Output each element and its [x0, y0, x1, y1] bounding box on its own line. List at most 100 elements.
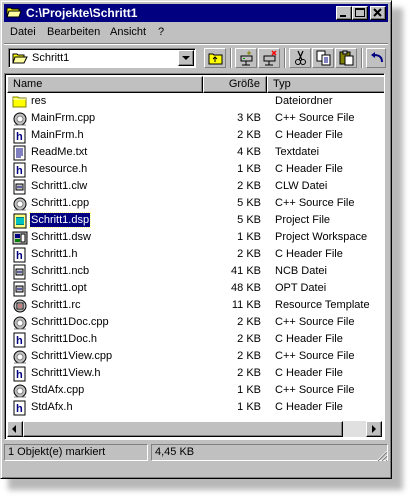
- close-button[interactable]: [370, 6, 386, 20]
- file-name: Schritt1View.h: [31, 367, 101, 379]
- file-row[interactable]: Schritt1.ncb 41 KB NCB Datei: [7, 263, 384, 280]
- file-type: NCB Datei: [275, 265, 327, 277]
- file-row[interactable]: Schritt1Doc.cpp 2 KB C++ Source File: [7, 314, 384, 331]
- file-name: Schritt1View.cpp: [31, 350, 113, 362]
- workspace-file-icon: [12, 231, 28, 245]
- open-folder-icon: [6, 7, 22, 18]
- address-combo[interactable]: Schritt1: [8, 48, 196, 68]
- header-file-icon: h: [13, 247, 26, 263]
- file-row[interactable]: h Schritt1.h 2 KB C Header File: [7, 246, 384, 263]
- disconnect-drive-icon: [263, 50, 277, 66]
- file-row[interactable]: h Schritt1View.h 2 KB C Header File: [7, 365, 384, 382]
- cpp-file-icon: [13, 384, 27, 398]
- column-size[interactable]: Größe: [203, 76, 267, 93]
- file-row[interactable]: h Resource.h 1 KB C Header File: [7, 161, 384, 178]
- up-one-level-button[interactable]: [204, 48, 226, 68]
- column-name[interactable]: Name: [7, 76, 203, 93]
- file-size: 1 KB: [237, 163, 261, 175]
- file-size: 48 KB: [231, 282, 261, 294]
- address-value: Schritt1: [32, 52, 70, 64]
- svg-text:h: h: [16, 131, 23, 143]
- file-list-view[interactable]: Name Größe Typ res Dateiordner MainFrm.cpp…: [4, 73, 385, 440]
- file-size: 4 KB: [237, 146, 261, 158]
- combo-dropdown-button[interactable]: [178, 50, 194, 66]
- scroll-right-button[interactable]: [366, 421, 382, 437]
- menu-help[interactable]: ?: [158, 26, 164, 38]
- explorer-window: C:\Projekte\Schritt1 Datei Bearbeiten An…: [0, 0, 392, 479]
- cut-button[interactable]: [289, 48, 311, 68]
- status-selection: 1 Objekt(e) markiert: [4, 444, 148, 461]
- title-bar[interactable]: C:\Projekte\Schritt1: [4, 4, 388, 22]
- resource-file-icon: [13, 299, 27, 313]
- file-row[interactable]: Schritt1.dsw 1 KB Project Workspace: [7, 229, 384, 246]
- menu-datei[interactable]: Datei: [10, 26, 36, 38]
- file-row[interactable]: h StdAfx.h 1 KB C Header File: [7, 399, 384, 416]
- file-name: StdAfx.cpp: [31, 384, 85, 396]
- file-type: C Header File: [275, 333, 343, 345]
- file-type: C++ Source File: [275, 384, 355, 396]
- file-size: 1 KB: [237, 401, 261, 413]
- file-type: Textdatei: [275, 146, 320, 158]
- header-file-icon: h: [13, 366, 26, 382]
- scroll-thumb[interactable]: [23, 421, 343, 437]
- generic-file-icon: [13, 264, 26, 280]
- file-name: Schritt1.dsp: [28, 212, 92, 228]
- minimize-button[interactable]: [336, 6, 352, 20]
- file-row[interactable]: Schritt1View.cpp 2 KB C++ Source File: [7, 348, 384, 365]
- menu-ansicht[interactable]: Ansicht: [110, 26, 146, 38]
- toolbar-separator: [284, 48, 286, 68]
- network-drive-icon: [240, 51, 253, 66]
- status-bar: 1 Objekt(e) markiert 4,45 KB: [4, 443, 388, 462]
- file-type: C++ Source File: [275, 197, 355, 209]
- menu-bar: Datei Bearbeiten Ansicht ?: [4, 24, 388, 42]
- file-size: 2 KB: [237, 248, 261, 260]
- file-row[interactable]: Schritt1.rc 11 KB Resource Template: [7, 297, 384, 314]
- file-row[interactable]: Schritt1.dsp 5 KB Project File: [7, 212, 384, 229]
- header-file-icon: h: [13, 162, 26, 178]
- file-name: Schritt1.dsw: [31, 231, 91, 243]
- paste-icon: [339, 50, 354, 66]
- resize-grip-icon[interactable]: [375, 449, 388, 462]
- svg-text:h: h: [16, 335, 23, 347]
- map-network-drive-button[interactable]: [235, 48, 257, 68]
- file-row[interactable]: ReadMe.txt 4 KB Textdatei: [7, 144, 384, 161]
- file-row[interactable]: StdAfx.cpp 1 KB C++ Source File: [7, 382, 384, 399]
- file-name: Schritt1.cpp: [31, 197, 90, 209]
- cpp-file-icon: [13, 316, 27, 330]
- maximize-button[interactable]: [352, 6, 368, 20]
- file-size: 5 KB: [237, 197, 261, 209]
- horizontal-scrollbar[interactable]: [7, 421, 382, 437]
- file-name: ReadMe.txt: [31, 146, 88, 158]
- file-type: C Header File: [275, 129, 343, 141]
- toolbar: Schritt1: [4, 45, 388, 71]
- copy-button[interactable]: [312, 48, 334, 68]
- scroll-left-button[interactable]: [7, 421, 23, 437]
- file-row[interactable]: Schritt1.opt 48 KB OPT Datei: [7, 280, 384, 297]
- cpp-file-icon: [13, 350, 27, 364]
- file-row[interactable]: h MainFrm.h 2 KB C Header File: [7, 127, 384, 144]
- file-row[interactable]: Schritt1.cpp 5 KB C++ Source File: [7, 195, 384, 212]
- text-file-icon: [13, 145, 26, 161]
- file-name: Schritt1.opt: [31, 282, 87, 294]
- file-row[interactable]: Schritt1.clw 2 KB CLW Datei: [7, 178, 384, 195]
- undo-button[interactable]: [366, 48, 386, 68]
- file-row[interactable]: MainFrm.cpp 3 KB C++ Source File: [7, 110, 384, 127]
- disconnect-drive-button[interactable]: [258, 48, 280, 68]
- file-name: MainFrm.h: [31, 129, 84, 141]
- file-type: C++ Source File: [275, 350, 355, 362]
- file-row[interactable]: h Schritt1Doc.h 2 KB C Header File: [7, 331, 384, 348]
- paste-button[interactable]: [335, 48, 357, 68]
- folder-icon: [12, 96, 27, 108]
- file-size: 2 KB: [237, 350, 261, 362]
- menu-bearbeiten[interactable]: Bearbeiten: [47, 26, 100, 38]
- file-type: OPT Datei: [275, 282, 327, 294]
- file-name: MainFrm.cpp: [31, 112, 96, 124]
- column-type[interactable]: Typ: [267, 76, 384, 93]
- file-name: Schritt1.clw: [31, 180, 88, 192]
- close-icon: [373, 8, 382, 17]
- file-row[interactable]: res Dateiordner: [7, 93, 384, 110]
- file-size: 2 KB: [237, 129, 261, 141]
- status-size: 4,45 KB: [151, 444, 388, 461]
- toolbar-separator: [230, 48, 232, 68]
- svg-text:h: h: [16, 165, 23, 177]
